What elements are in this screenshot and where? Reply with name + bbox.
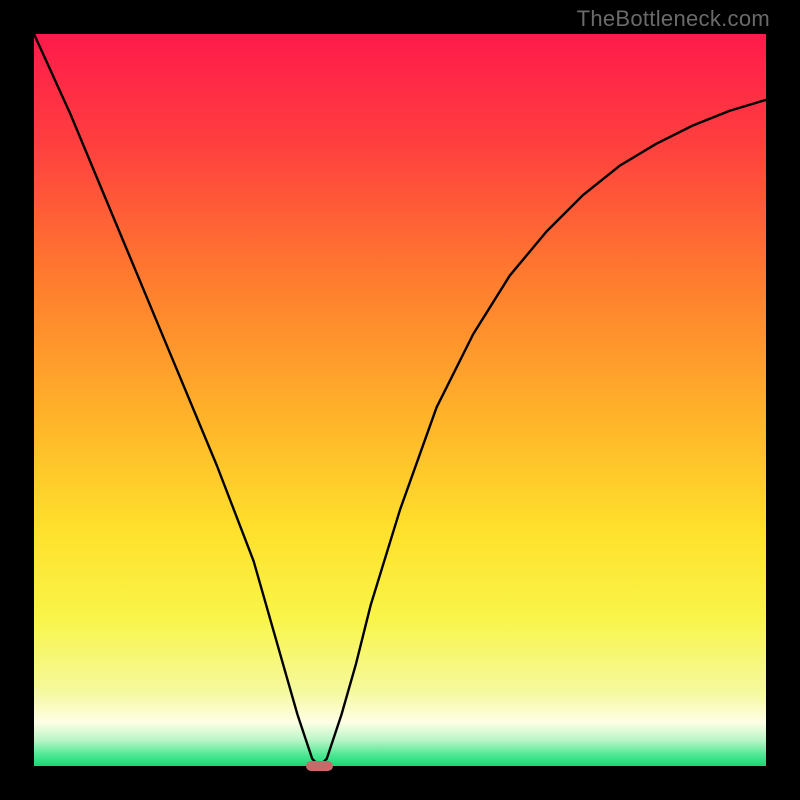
optimal-marker: [306, 761, 334, 771]
plot-area: [34, 34, 766, 766]
watermark-label: TheBottleneck.com: [577, 6, 770, 32]
chart-frame: TheBottleneck.com: [0, 0, 800, 800]
gradient-background: [34, 34, 766, 766]
